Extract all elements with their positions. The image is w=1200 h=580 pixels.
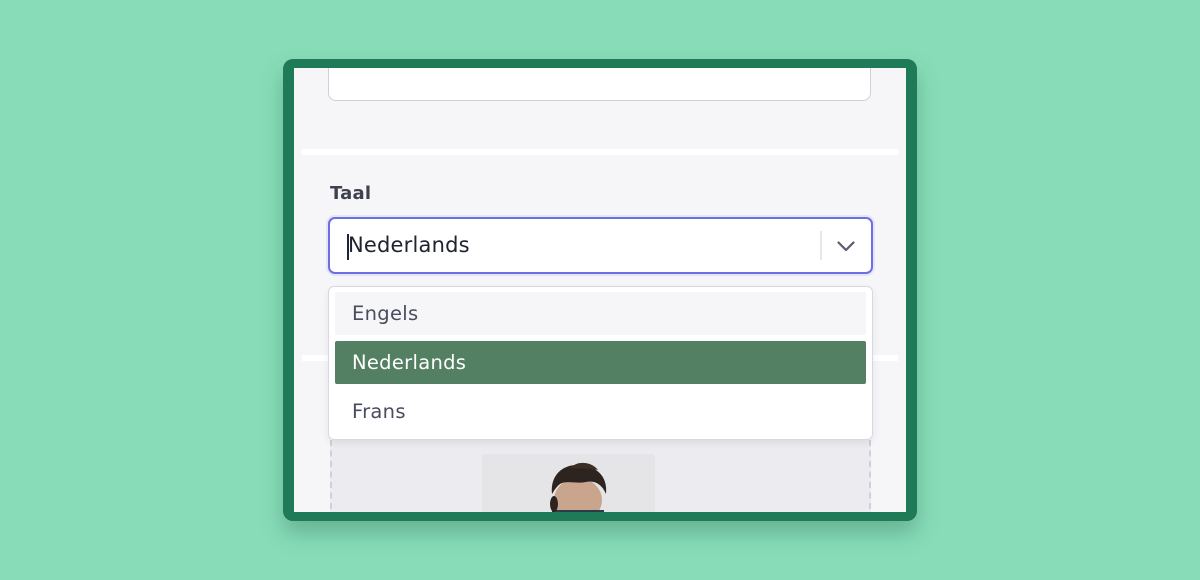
indicator-separator bbox=[820, 231, 822, 260]
language-option[interactable]: Frans bbox=[335, 390, 866, 433]
chevron-down-icon[interactable] bbox=[835, 236, 857, 256]
language-label: Taal bbox=[330, 183, 372, 204]
language-select[interactable]: Nederlands bbox=[328, 217, 873, 274]
language-dropdown-menu: Engels Nederlands Frans bbox=[328, 286, 873, 440]
form-screen: Taal Nederlands Engels Nederlands Frans bbox=[294, 68, 906, 512]
language-option-selected[interactable]: Nederlands bbox=[335, 341, 866, 384]
language-select-value: Nederlands bbox=[348, 233, 470, 257]
language-option[interactable]: Engels bbox=[335, 292, 866, 335]
section-divider bbox=[302, 149, 898, 155]
profile-photo bbox=[482, 454, 655, 512]
device-frame: Taal Nederlands Engels Nederlands Frans bbox=[283, 59, 917, 521]
previous-text-field[interactable] bbox=[328, 68, 871, 101]
